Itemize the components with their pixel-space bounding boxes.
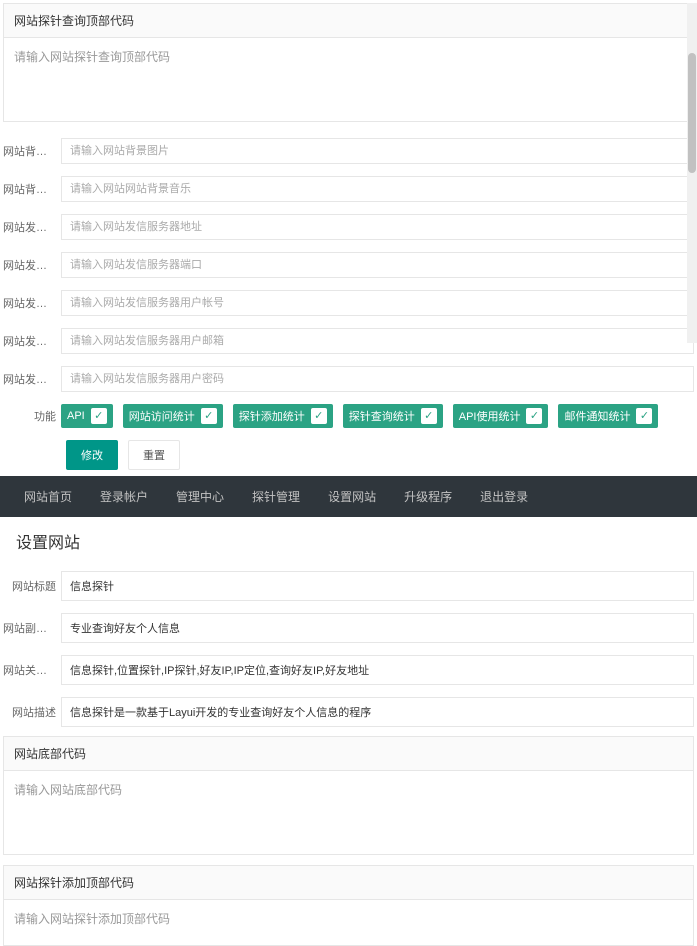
mail-user-label: 网站发信... xyxy=(3,295,61,311)
bg-image-input[interactable] xyxy=(61,138,694,164)
probe-query-header-textarea[interactable] xyxy=(14,48,683,108)
check-icon: ✓ xyxy=(636,408,652,424)
bg-music-label: 网站背景... xyxy=(3,181,61,197)
site-subtitle-label: 网站副标题 xyxy=(3,620,61,636)
nav-settings[interactable]: 设置网站 xyxy=(314,476,390,517)
bg-image-label: 网站背景... xyxy=(3,143,61,159)
feature-tag-api-use[interactable]: API使用统计✓ xyxy=(453,404,549,428)
site-subtitle-value[interactable]: 专业查询好友个人信息 xyxy=(61,613,694,643)
site-description-value[interactable]: 信息探针是一款基于Layui开发的专业查询好友个人信息的程序 xyxy=(61,697,694,727)
site-keywords-label: 网站关键词 xyxy=(3,662,61,678)
scrollbar[interactable] xyxy=(687,3,697,343)
nav-logout[interactable]: 退出登录 xyxy=(466,476,542,517)
check-icon: ✓ xyxy=(421,408,437,424)
check-icon: ✓ xyxy=(311,408,327,424)
feature-tag-probe-add[interactable]: 探针添加统计✓ xyxy=(233,404,333,428)
mail-server-input[interactable] xyxy=(61,214,694,240)
feature-tag-visit[interactable]: 网站访问统计✓ xyxy=(123,404,223,428)
probe-add-header-textarea[interactable] xyxy=(14,910,683,938)
feature-tag-probe-query[interactable]: 探针查询统计✓ xyxy=(343,404,443,428)
nav-probe[interactable]: 探针管理 xyxy=(238,476,314,517)
mail-user-input[interactable] xyxy=(61,290,694,316)
site-title-label: 网站标题 xyxy=(3,578,61,594)
page-title: 设置网站 xyxy=(0,517,697,565)
feature-tag-mail-notify[interactable]: 邮件通知统计✓ xyxy=(558,404,658,428)
mail-port-input[interactable] xyxy=(61,252,694,278)
check-icon: ✓ xyxy=(91,408,107,424)
submit-button[interactable]: 修改 xyxy=(66,440,118,470)
mail-mailbox-label: 网站发信... xyxy=(3,333,61,349)
navbar: 网站首页 登录帐户 管理中心 探针管理 设置网站 升级程序 退出登录 xyxy=(0,476,697,517)
mail-pass-input[interactable] xyxy=(61,366,694,392)
reset-button[interactable]: 重置 xyxy=(128,440,180,470)
scrollbar-thumb[interactable] xyxy=(688,53,696,173)
nav-login[interactable]: 登录帐户 xyxy=(86,476,162,517)
mail-port-label: 网站发信... xyxy=(3,257,61,273)
site-description-label: 网站描述 xyxy=(3,704,61,720)
feature-tag-api[interactable]: API✓ xyxy=(61,404,113,428)
footer-code-textarea[interactable] xyxy=(14,781,683,841)
mail-server-label: 网站发信... xyxy=(3,219,61,235)
features-label: 功能 xyxy=(3,408,61,424)
check-icon: ✓ xyxy=(201,408,217,424)
mail-pass-label: 网站发信... xyxy=(3,371,61,387)
bg-music-input[interactable] xyxy=(61,176,694,202)
probe-add-header-title: 网站探针添加顶部代码 xyxy=(4,866,693,900)
nav-upgrade[interactable]: 升级程序 xyxy=(390,476,466,517)
footer-code-title: 网站底部代码 xyxy=(4,737,693,771)
site-title-value[interactable]: 信息探针 xyxy=(61,571,694,601)
nav-home[interactable]: 网站首页 xyxy=(10,476,86,517)
check-icon: ✓ xyxy=(526,408,542,424)
probe-query-header-title: 网站探针查询顶部代码 xyxy=(4,4,693,38)
mail-mailbox-input[interactable] xyxy=(61,328,694,354)
nav-admin[interactable]: 管理中心 xyxy=(162,476,238,517)
